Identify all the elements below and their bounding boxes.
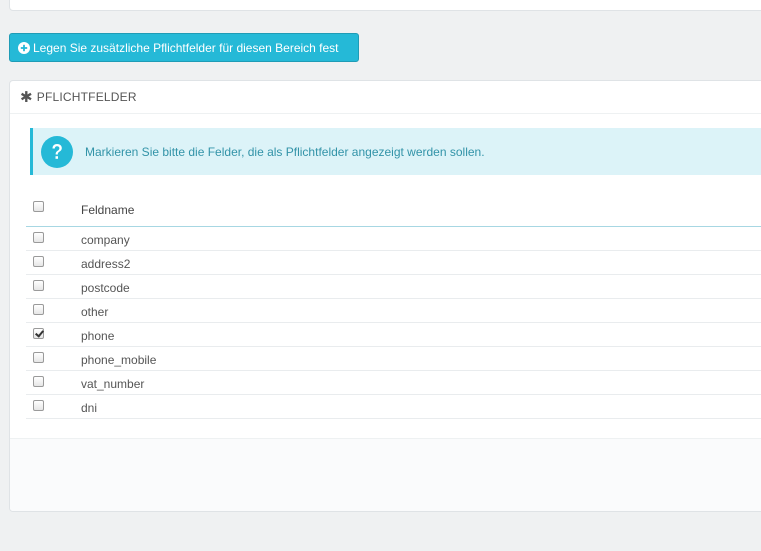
- top-panel: [9, 0, 761, 11]
- field-name: vat_number: [81, 377, 145, 391]
- table-row: postcode: [26, 275, 761, 299]
- field-name: address2: [81, 257, 131, 271]
- table-row: vat_number: [26, 371, 761, 395]
- plus-circle-icon: [18, 41, 30, 54]
- select-all-checkbox[interactable]: [33, 201, 44, 212]
- column-header-fieldname: Feldname: [81, 203, 135, 217]
- panel-footer: [10, 438, 761, 511]
- table-row: other: [26, 299, 761, 323]
- table-row: phone: [26, 323, 761, 347]
- table-header: Feldname: [26, 191, 761, 227]
- panel-heading: ✱ PFLICHTFELDER: [10, 81, 761, 114]
- table-row: company: [26, 227, 761, 251]
- table-row: phone_mobile: [26, 347, 761, 371]
- panel-title: PFLICHTFELDER: [36, 90, 137, 104]
- info-alert: Markieren Sie bitte die Felder, die als …: [30, 128, 761, 175]
- checkbox-postcode[interactable]: [33, 280, 44, 291]
- field-name: phone_mobile: [81, 353, 157, 367]
- checkbox-vat-number[interactable]: [33, 376, 44, 387]
- question-circle-icon: [41, 135, 73, 168]
- asterisk-icon: ✱: [20, 88, 33, 106]
- checkbox-phone[interactable]: [33, 328, 44, 339]
- field-name: company: [81, 233, 130, 247]
- checkbox-company[interactable]: [33, 232, 44, 243]
- checkbox-phone-mobile[interactable]: [33, 352, 44, 363]
- table-row: dni: [26, 395, 761, 419]
- required-fields-panel: ✱ PFLICHTFELDER Markieren Sie bitte die …: [9, 80, 761, 512]
- add-required-fields-label: Legen Sie zusätzliche Pflichtfelder für …: [33, 40, 339, 55]
- field-name: postcode: [81, 281, 130, 295]
- field-name: phone: [81, 329, 115, 343]
- checkbox-dni[interactable]: [33, 400, 44, 411]
- table-row: address2: [26, 251, 761, 275]
- checkbox-address2[interactable]: [33, 256, 44, 267]
- fields-table: Feldname company address2 postcode other…: [26, 191, 761, 419]
- add-required-fields-button[interactable]: Legen Sie zusätzliche Pflichtfelder für …: [9, 33, 359, 62]
- field-name: other: [81, 305, 109, 319]
- info-alert-text: Markieren Sie bitte die Felder, die als …: [85, 144, 485, 159]
- field-name: dni: [81, 401, 98, 415]
- checkbox-other[interactable]: [33, 304, 44, 315]
